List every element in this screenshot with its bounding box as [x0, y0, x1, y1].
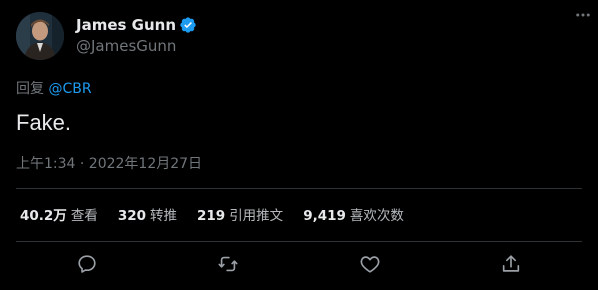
tweet-text: Fake. [16, 110, 72, 135]
heart-icon[interactable] [358, 252, 382, 276]
stat-quotes[interactable]: 219 引用推文 [197, 204, 283, 224]
stat-retweets-label: 转推 [150, 208, 177, 224]
tweet-detail: James Gunn @JamesGunn 回复 @CBR Fake. 上午1:… [0, 0, 598, 290]
avatar[interactable] [16, 12, 64, 60]
divider [16, 188, 582, 189]
reply-prefix: 回复 [16, 81, 44, 97]
verified-badge-icon [179, 16, 197, 34]
tweet-header: James Gunn @JamesGunn [16, 12, 582, 60]
stat-likes[interactable]: 9,419 喜欢次数 [303, 204, 404, 224]
author-names: James Gunn @JamesGunn [76, 12, 197, 55]
divider [16, 241, 582, 242]
author-handle[interactable]: @JamesGunn [76, 37, 197, 55]
more-options-icon[interactable] [570, 2, 596, 28]
retweet-icon[interactable] [216, 252, 240, 276]
stat-retweets-value: 320 [117, 208, 146, 224]
tweet-timestamp[interactable]: 上午1:34 · 2022年12月27日 [16, 153, 202, 173]
stat-quotes-value: 219 [197, 208, 226, 224]
author-display-name[interactable]: James Gunn [76, 16, 176, 34]
stat-views-value: 40.2万 [20, 208, 67, 224]
stat-quotes-label: 引用推文 [229, 208, 284, 224]
reply-icon[interactable] [75, 252, 99, 276]
stat-views[interactable]: 40.2万 查看 [20, 204, 98, 224]
avatar-image [16, 12, 64, 60]
tweet-stats: 40.2万 查看 320 转推 219 引用推文 9,419 喜欢次数 [20, 204, 582, 224]
reply-context: 回复 @CBR [16, 78, 92, 98]
stat-likes-label: 喜欢次数 [349, 208, 404, 224]
tweet-actions [16, 252, 582, 280]
reply-mention-link[interactable]: @CBR [48, 81, 91, 97]
stat-likes-value: 9,419 [303, 208, 346, 224]
share-icon[interactable] [499, 252, 523, 276]
name-row: James Gunn [76, 15, 197, 35]
stat-retweets[interactable]: 320 转推 [118, 204, 177, 224]
stat-views-label: 查看 [70, 208, 98, 224]
